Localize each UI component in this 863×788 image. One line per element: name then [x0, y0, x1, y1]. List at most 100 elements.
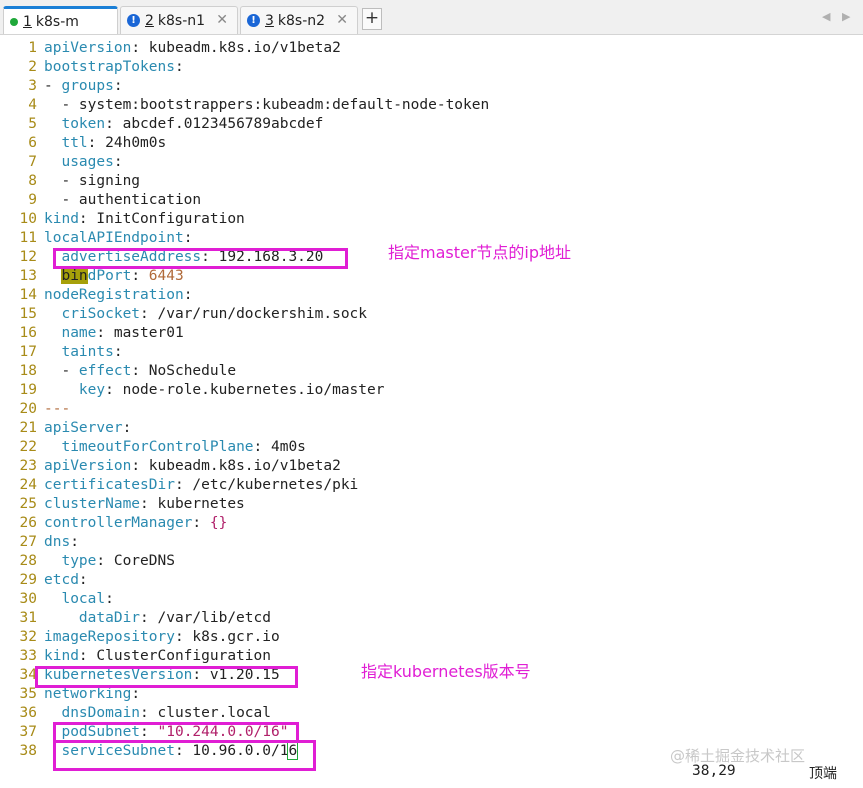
line-number: 9 — [28, 192, 37, 208]
line-number: 1 — [28, 40, 37, 56]
line-content: localAPIEndpoint: — [44, 229, 192, 248]
add-tab-button[interactable]: + — [362, 8, 382, 30]
yaml-key: effect — [78, 363, 132, 379]
line-content: controllerManager: {} — [44, 514, 227, 533]
yaml-value: : — [78, 572, 88, 588]
yaml-value: : InitConfiguration — [78, 211, 245, 227]
line-number: 37 — [19, 724, 37, 740]
line-number: 2 — [28, 59, 37, 75]
line-content: - authentication — [44, 191, 201, 210]
line-content: key: node-role.kubernetes.io/master — [44, 381, 385, 400]
line-number: 17 — [19, 344, 37, 360]
annotation-k8s-version: 指定kubernetes版本号 — [361, 662, 531, 681]
line-number: 36 — [19, 705, 37, 721]
highlight-box-kubernetes-version — [35, 666, 298, 688]
line-content: type: CoreDNS — [44, 552, 175, 571]
yaml-value: : — [113, 78, 123, 94]
yaml-key: dPort — [87, 268, 132, 284]
yaml-key: ttl — [61, 135, 88, 151]
yaml-key: imageRepository — [44, 629, 175, 645]
tab-k8s-n1[interactable]: ! 2 k8s-n1 ✕ — [120, 6, 238, 34]
yaml-value — [44, 439, 61, 455]
yaml-key: clusterName — [44, 496, 141, 512]
yaml-value: bin — [61, 268, 88, 284]
warning-icon: ! — [247, 14, 260, 27]
yaml-value — [44, 306, 61, 322]
line-number: 4 — [28, 97, 37, 113]
yaml-value — [44, 591, 61, 607]
yaml-value — [44, 325, 61, 341]
yaml-key: etcd — [44, 572, 79, 588]
yaml-value: - authentication — [44, 192, 202, 208]
yaml-key: certificatesDir — [44, 477, 175, 493]
yaml-value: : — [122, 420, 132, 436]
yaml-key: taints — [61, 344, 114, 360]
tab-label: k8s-m — [35, 13, 79, 30]
tab-k8s-n2[interactable]: ! 3 k8s-n2 ✕ — [240, 6, 358, 34]
yaml-value: : ClusterConfiguration — [78, 648, 271, 664]
scroll-left-icon[interactable]: ◀ — [822, 10, 830, 23]
highlight-box-advertise-address — [53, 248, 348, 269]
yaml-key: bootstrapTokens — [44, 59, 175, 75]
line-content: usages: — [44, 153, 123, 172]
tab-number: 3 — [265, 12, 274, 29]
line-content: - effect: NoSchedule — [44, 362, 236, 381]
line-number: 15 — [19, 306, 37, 322]
line-content: dns: — [44, 533, 79, 552]
yaml-value: : kubeadm.k8s.io/v1beta2 — [131, 40, 341, 56]
line-content: apiServer: — [44, 419, 131, 438]
yaml-value — [44, 268, 61, 284]
line-content: clusterName: kubernetes — [44, 495, 245, 514]
close-icon[interactable]: ✕ — [216, 12, 228, 28]
yaml-value: : NoSchedule — [131, 363, 237, 379]
line-number: 19 — [19, 382, 37, 398]
yaml-key: local — [61, 591, 106, 607]
line-content: imageRepository: k8s.gcr.io — [44, 628, 280, 647]
yaml-value: : node-role.kubernetes.io/master — [105, 382, 385, 398]
yaml-value — [44, 135, 61, 151]
line-content: kind: InitConfiguration — [44, 210, 245, 229]
highlight-box-service-subnet — [53, 740, 316, 771]
annotation-master-ip: 指定master节点的ip地址 — [388, 243, 572, 262]
yaml-key: timeoutForControlPlane — [61, 439, 254, 455]
line-content: name: master01 — [44, 324, 184, 343]
line-number: 18 — [19, 363, 37, 379]
yaml-key: type — [61, 553, 97, 569]
yaml-value — [44, 382, 79, 398]
line-content: --- — [44, 400, 70, 419]
warning-icon: ! — [127, 14, 140, 27]
cursor-position: 38,29 — [692, 763, 736, 779]
yaml-key: dataDir — [78, 610, 141, 626]
line-number: 28 — [19, 553, 37, 569]
yaml-value: : kubeadm.k8s.io/v1beta2 — [131, 458, 341, 474]
yaml-value: : /var/lib/etcd — [140, 610, 271, 626]
tab-k8s-m[interactable]: 1 k8s-m — [3, 6, 118, 34]
close-icon[interactable]: ✕ — [336, 12, 348, 28]
line-number: 13 — [19, 268, 37, 284]
yaml-value: : — [192, 515, 210, 531]
line-number: 22 — [19, 439, 37, 455]
yaml-value — [44, 344, 61, 360]
line-number: 21 — [19, 420, 37, 436]
yaml-value: : — [113, 154, 123, 170]
scroll-right-icon[interactable]: ▶ — [842, 10, 850, 23]
yaml-key: usages — [61, 154, 114, 170]
yaml-value: - system:bootstrappers:kubeadm:default-n… — [44, 97, 490, 113]
tab-number: 1 — [23, 13, 32, 30]
line-content: dnsDomain: cluster.local — [44, 704, 271, 723]
line-number: 33 — [19, 648, 37, 664]
yaml-value: : — [131, 268, 149, 284]
line-content: - system:bootstrappers:kubeadm:default-n… — [44, 96, 489, 115]
yaml-key: dnsDomain — [61, 705, 141, 721]
yaml-key: name — [61, 325, 97, 341]
yaml-value — [44, 610, 79, 626]
yaml-key: groups — [61, 78, 114, 94]
line-number: 23 — [19, 458, 37, 474]
line-number: 14 — [19, 287, 37, 303]
yaml-value — [44, 705, 61, 721]
line-number: 6 — [28, 135, 37, 151]
yaml-value: : master01 — [96, 325, 184, 341]
yaml-key: apiServer — [44, 420, 123, 436]
yaml-key: nodeRegistration — [44, 287, 184, 303]
line-number: 11 — [19, 230, 37, 246]
